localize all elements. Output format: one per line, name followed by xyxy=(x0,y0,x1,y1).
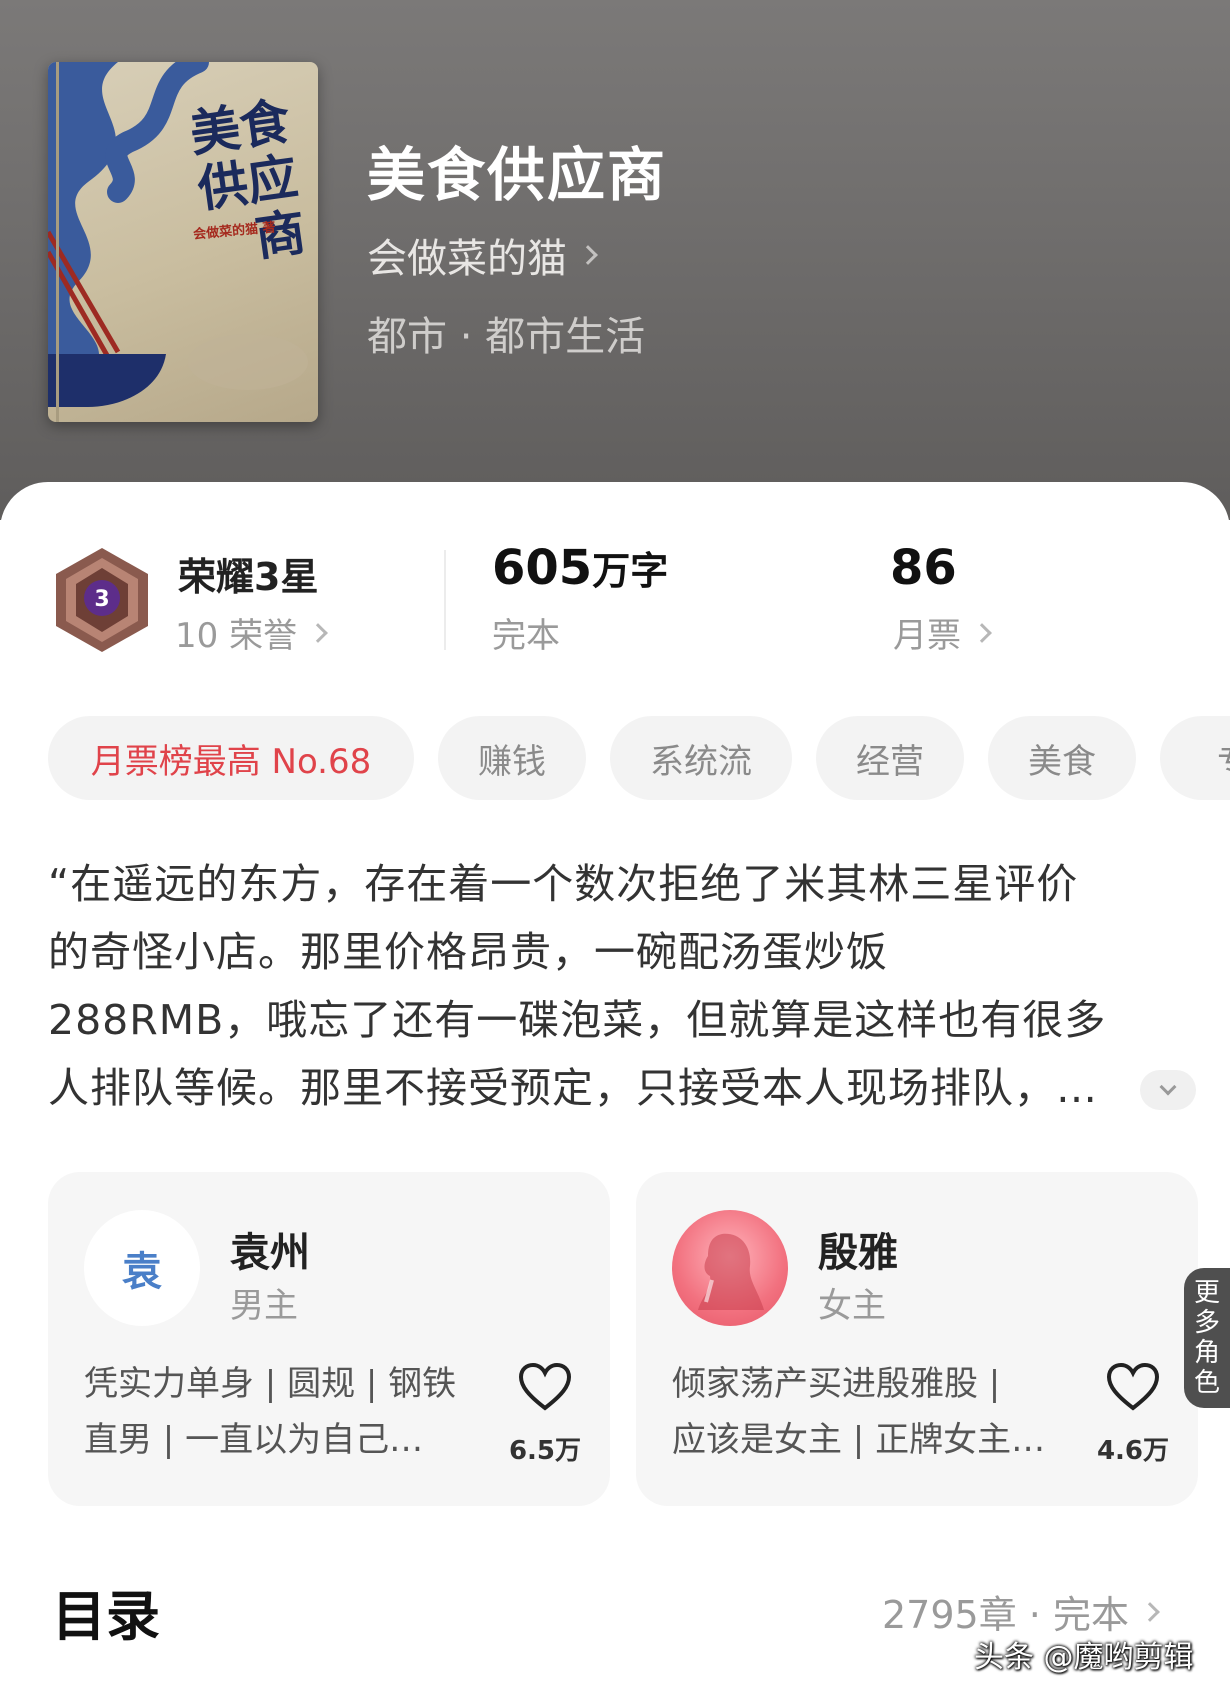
chevron-right-icon xyxy=(578,245,598,265)
more-roles-char: 更 xyxy=(1193,1278,1220,1308)
honor-count: 10 荣誉 xyxy=(175,616,298,656)
character-card[interactable]: 袁 袁州 男主 凭实力单身 | 圆规 | 钢铁 直男 | 一直以为自己… 6.5… xyxy=(48,1172,610,1506)
character-desc-line: 直男 | 一直以为自己… xyxy=(84,1420,424,1460)
word-count: 605万字 xyxy=(492,540,668,596)
expand-synopsis-button[interactable] xyxy=(1140,1070,1196,1110)
tag-item[interactable]: 系统流 xyxy=(610,716,792,800)
character-name: 袁州 xyxy=(230,1230,310,1276)
more-roles-char: 多 xyxy=(1193,1308,1220,1338)
tag-list: 月票榜最高 No.68 赚钱 系统流 经营 美食 专 xyxy=(48,716,1230,800)
chevron-down-icon xyxy=(1159,1078,1177,1096)
tag-item[interactable]: 美食 xyxy=(988,716,1136,800)
book-cover[interactable]: 美食供应商 会做菜的猫 著 xyxy=(48,62,318,422)
chevron-right-icon xyxy=(1140,1601,1160,1622)
toc-link[interactable]: 2795章 · 完本 xyxy=(882,1584,1160,1639)
stats-divider xyxy=(444,550,446,650)
character-role: 男主 xyxy=(230,1286,298,1326)
chevron-right-icon xyxy=(972,622,992,643)
more-roles-char: 色 xyxy=(1193,1368,1220,1398)
like-count: 6.5万 xyxy=(508,1436,582,1466)
character-card[interactable]: 殷雅 女主 倾家荡产买进殷雅股 | 应该是女主 | 正牌女主… 4.6万 xyxy=(636,1172,1198,1506)
synopsis-line: “在遥远的东方，存在着一个数次拒绝了米其林三星评价 xyxy=(48,860,1079,908)
author-link[interactable]: 会做菜的猫 xyxy=(367,226,598,284)
monthly-votes-value: 86 xyxy=(890,540,957,596)
book-title: 美食供应商 xyxy=(367,141,668,209)
monthly-votes-link[interactable]: 月票 xyxy=(893,608,992,657)
avatar-silhouette xyxy=(698,1233,764,1310)
character-desc-line: 凭实力单身 | 圆规 | 钢铁 xyxy=(84,1364,457,1404)
heart-icon[interactable] xyxy=(518,1362,572,1412)
character-desc: 倾家荡产买进殷雅股 | 应该是女主 | 正牌女主… xyxy=(672,1356,1068,1468)
character-desc: 凭实力单身 | 圆规 | 钢铁 直男 | 一直以为自己… xyxy=(84,1356,480,1468)
book-genre: 都市 · 都市生活 xyxy=(367,314,646,360)
character-desc-line: 应该是女主 | 正牌女主… xyxy=(672,1420,1046,1460)
more-characters-button[interactable]: 更 多 角 色 xyxy=(1184,1268,1230,1408)
like-count: 4.6万 xyxy=(1096,1436,1170,1466)
word-count-unit: 万字 xyxy=(592,549,669,593)
character-role: 女主 xyxy=(818,1286,886,1326)
chevron-right-icon xyxy=(308,622,328,643)
honor-count-link[interactable]: 10 荣誉 xyxy=(175,608,328,657)
tag-item[interactable]: 经营 xyxy=(816,716,964,800)
word-count-value: 605 xyxy=(492,540,593,596)
book-status: 完本 xyxy=(492,616,560,656)
heart-icon[interactable] xyxy=(1106,1362,1160,1412)
author-name: 会做菜的猫 xyxy=(367,236,567,282)
synopsis-line: 的奇怪小店。那里价格昂贵，一碗配汤蛋炒饭 xyxy=(48,928,888,976)
tag-item[interactable]: 专 xyxy=(1160,716,1230,800)
synopsis[interactable]: “在遥远的东方，存在着一个数次拒绝了米其林三星评价 的奇怪小店。那里价格昂贵，一… xyxy=(48,850,1198,1122)
honor-medal-icon: 3 xyxy=(56,548,148,652)
avatar xyxy=(672,1210,788,1326)
monthly-votes-label: 月票 xyxy=(893,616,961,656)
toc-meta: 2795章 · 完本 xyxy=(882,1593,1129,1637)
more-roles-char: 角 xyxy=(1193,1338,1220,1368)
toc-title: 目录 xyxy=(52,1585,160,1648)
avatar: 袁 xyxy=(84,1210,200,1326)
cover-title: 美食供应商 xyxy=(186,91,310,268)
honor-level: 3 xyxy=(94,587,109,612)
tag-item[interactable]: 赚钱 xyxy=(438,716,586,800)
synopsis-line: 人排队等候。那里不接受预定，只接受本人现场排队，… xyxy=(48,1064,1098,1112)
tag-ranking[interactable]: 月票榜最高 No.68 xyxy=(48,716,414,800)
honor-title: 荣耀3星 xyxy=(178,555,319,599)
synopsis-line: 288RMB，哦忘了还有一碟泡菜，但就算是这样也有很多 xyxy=(48,996,1107,1044)
character-desc-line: 倾家荡产买进殷雅股 | xyxy=(672,1364,1001,1404)
character-name: 殷雅 xyxy=(818,1230,898,1276)
watermark: 头条 @魔哟剪辑 xyxy=(974,1640,1194,1675)
